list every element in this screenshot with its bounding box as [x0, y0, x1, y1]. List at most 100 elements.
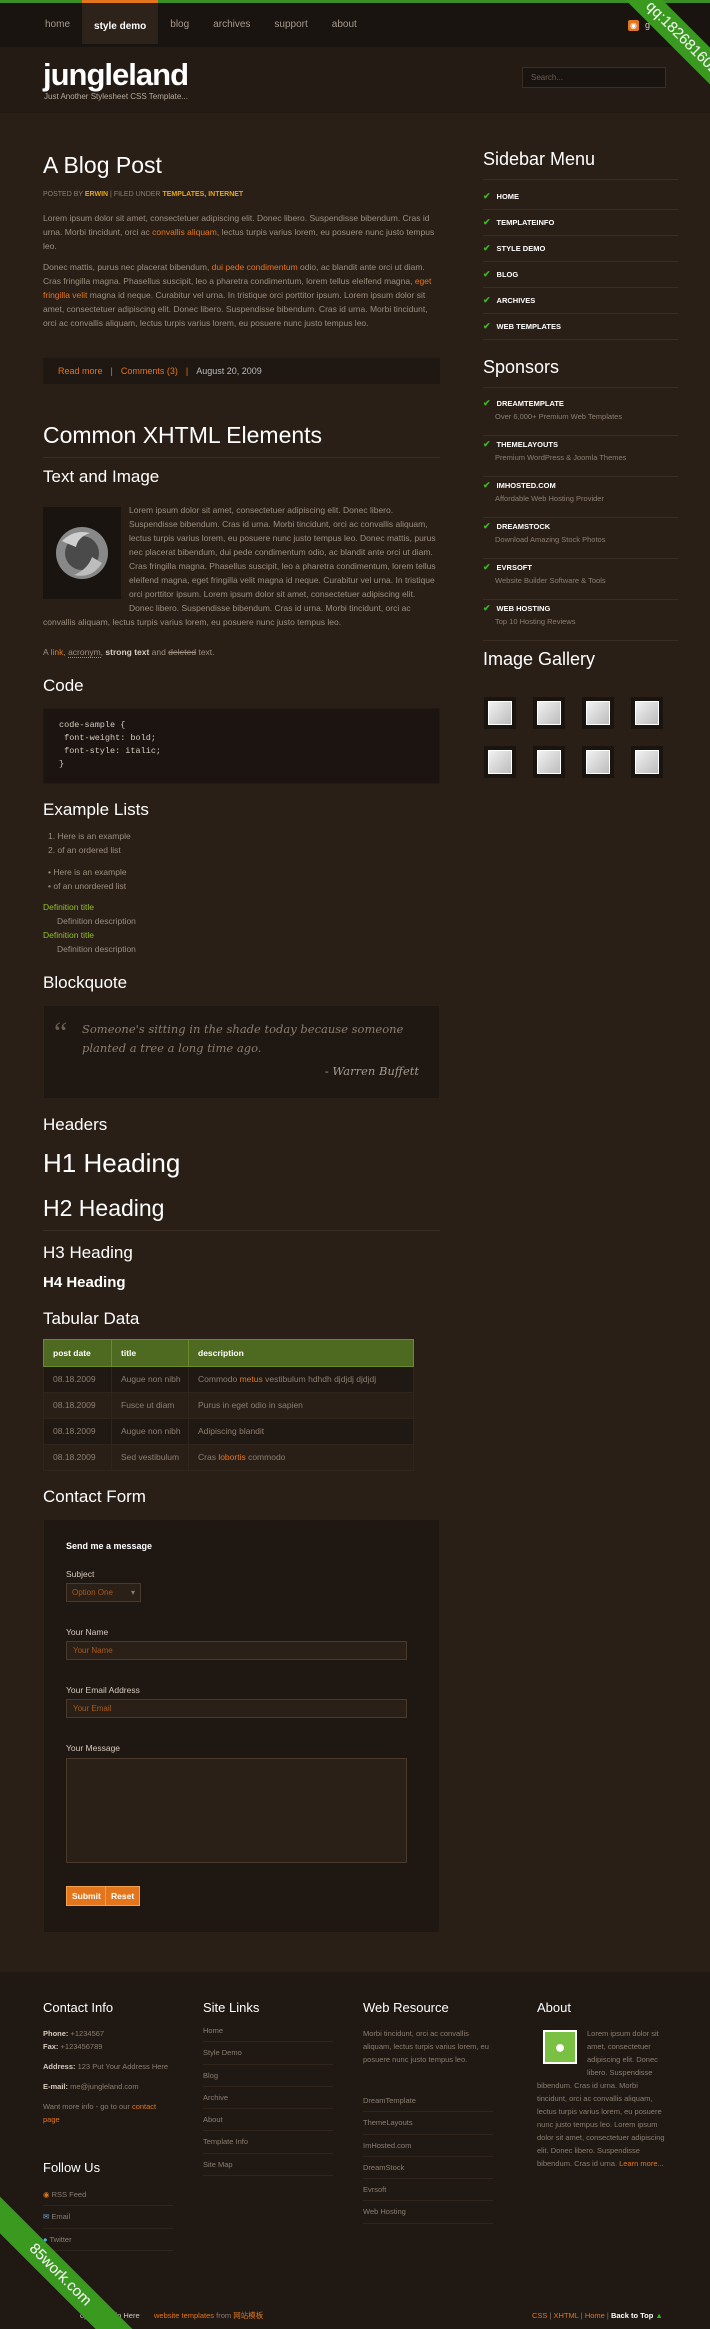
p2-link-1[interactable]: dui pede condimentum [212, 262, 298, 272]
web-link[interactable]: ImHosted.com [363, 2135, 493, 2157]
quote-text: Someone's sitting in the shade today bec… [82, 1022, 404, 1055]
css-link[interactable]: CSS [532, 2311, 547, 2320]
nav-item-blog[interactable]: blog [158, 3, 201, 47]
post-meta: POSTED BY ERWIN | FILED UNDER TEMPLATES,… [43, 190, 243, 201]
footer-link-home[interactable]: Home [203, 2020, 333, 2043]
read-more-link[interactable]: Read more [58, 366, 103, 376]
sidebar-item-web-templates[interactable]: ✔ WEB TEMPLATES [483, 314, 678, 340]
sponsor-item[interactable]: ✔ WEB HOSTING Top 10 Hosting Reviews [483, 600, 678, 641]
name-input[interactable]: Your Name [66, 1641, 407, 1660]
gallery-thumb[interactable] [533, 697, 565, 729]
home-link[interactable]: Home [585, 2311, 605, 2320]
footer-link-style-demo[interactable]: Style Demo [203, 2042, 333, 2065]
follow-twitter[interactable]: ● Twitter [43, 2229, 173, 2251]
sidebar-item-blog[interactable]: ✔ BLOG [483, 262, 678, 288]
web-link[interactable]: DreamTemplate [363, 2090, 493, 2113]
meta-author[interactable]: ERWIN [85, 191, 108, 198]
table-cell: Augue non nibh [111, 1366, 189, 1393]
footer-link-about[interactable]: About [203, 2109, 333, 2132]
sponsor-item[interactable]: ✔ IMHOSTED.COM Affordable Web Hosting Prov… [483, 477, 678, 518]
comments-link[interactable]: Comments (3) [121, 366, 178, 376]
search-input[interactable]: Search... [522, 67, 666, 88]
headers-heading: Headers [43, 1115, 108, 1134]
footer-link-site-map[interactable]: Site Map [203, 2154, 333, 2176]
email-input[interactable]: Your Email [66, 1699, 407, 1718]
web-link[interactable]: DreamStock [363, 2157, 493, 2179]
learn-more-link[interactable]: Learn more... [619, 2159, 664, 2168]
subject-value: Option One [72, 1588, 113, 1597]
definition-title: Definition title [43, 930, 95, 940]
gallery-thumb[interactable] [533, 746, 565, 778]
footer-link-archive[interactable]: Archive [203, 2087, 333, 2109]
lists-heading: Example Lists [43, 800, 149, 819]
sidebar-item-home[interactable]: ✔ HOME [483, 184, 678, 210]
inline-strong: strong text [105, 647, 150, 657]
definition-description: Definition description [57, 916, 136, 926]
sponsor-desc: Website Builder Software & Tools [495, 575, 606, 585]
gallery-thumb[interactable] [631, 697, 663, 729]
unordered-list: • Here is an example • of an unordered l… [48, 865, 127, 893]
sidebar-item-style-demo[interactable]: ✔ STYLE DEMO [483, 236, 678, 262]
table-cell: Fusce ut diam [111, 1392, 189, 1419]
name-label: Your Name [66, 1627, 109, 1637]
follow-email[interactable]: ✉ Email [43, 2206, 173, 2229]
h4-heading: H4 Heading [43, 1274, 126, 1291]
sponsor-item[interactable]: ✔ EVRSOFT Website Builder Software & Tools [483, 559, 678, 600]
site-footer: Contact Info Phone: +1234567 Fax: +12345… [0, 1972, 710, 2329]
post-title[interactable]: A Blog Post [43, 148, 162, 183]
p1-link[interactable]: convallis aliquam [152, 227, 217, 237]
credit-link[interactable]: website templates [154, 2311, 214, 2320]
follow-rss[interactable]: ◉ RSS Feed [43, 2184, 173, 2207]
sidebar-item-archives[interactable]: ✔ ARCHIVES [483, 288, 678, 314]
subject-select[interactable]: Option One ▾ [66, 1583, 141, 1602]
gallery-thumb[interactable] [582, 697, 614, 729]
separator: | [185, 366, 189, 376]
message-label: Your Message [66, 1743, 121, 1753]
post-date: August 20, 2009 [196, 366, 262, 376]
footer-link-blog[interactable]: Blog [203, 2065, 333, 2087]
check-icon: ✔ [483, 398, 491, 408]
sponsor-item[interactable]: ✔ DREAMTEMPLATE Over 6,000+ Premium Web Te… [483, 395, 678, 436]
credit-link-cn[interactable]: 网站模板 [233, 2311, 263, 2320]
sponsors-heading: Sponsors [483, 354, 678, 388]
web-link[interactable]: Evrsoft [363, 2179, 493, 2202]
elements-title: Common XHTML Elements [43, 418, 440, 458]
submit-button[interactable]: Submit [66, 1886, 107, 1906]
nav-item-about[interactable]: about [320, 3, 369, 47]
follow-heading: Follow Us [43, 2160, 101, 2175]
sponsor-item[interactable]: ✔ THEMELAYOUTS Premium WordPress & Joomla … [483, 436, 678, 477]
check-icon: ✔ [483, 603, 491, 613]
blockquote: “ Someone's sitting in the shade today b… [43, 1005, 440, 1099]
sidebar-menu-heading: Sidebar Menu [483, 146, 678, 180]
table-link[interactable]: metus [240, 1374, 263, 1384]
form-heading: Send me a message [66, 1541, 153, 1551]
nav-item-home[interactable]: home [33, 3, 82, 47]
footer-right-links: CSS | XHTML | Home | Back to Top ▲ [532, 2311, 663, 2320]
gallery-thumb[interactable] [484, 746, 516, 778]
reset-button[interactable]: Reset [105, 1886, 141, 1906]
table-cell: Cras lobortis commodo [188, 1444, 414, 1471]
nav-item-archives[interactable]: archives [201, 3, 262, 47]
nav-item-support[interactable]: support [262, 3, 319, 47]
back-to-top-link[interactable]: Back to Top [611, 2311, 653, 2320]
web-link[interactable]: ThemeLayouts [363, 2112, 493, 2135]
sidebar-item-templateinfo[interactable]: ✔ TEMPLATEINFO [483, 210, 678, 236]
gallery-thumb[interactable] [484, 697, 516, 729]
web-link[interactable]: Web Hosting [363, 2201, 493, 2224]
footer-link-template-info[interactable]: Template Info [203, 2131, 333, 2154]
message-textarea[interactable] [66, 1758, 407, 1863]
contact-form: Send me a message Subject Option One ▾ Yo… [43, 1519, 440, 1933]
nav-item-style-demo[interactable]: style demo [82, 0, 159, 44]
meta-categories[interactable]: TEMPLATES, INTERNET [162, 191, 243, 198]
user-icon: ● [545, 2032, 575, 2062]
gallery-thumb[interactable] [631, 746, 663, 778]
sponsor-desc: Over 6,000+ Premium Web Templates [495, 411, 623, 421]
data-table: post date title description 08.18.2009 A… [43, 1339, 414, 1471]
table-link[interactable]: lobortis [218, 1452, 245, 1462]
sponsor-item[interactable]: ✔ DREAMSTOCK Download Amazing Stock Photos [483, 518, 678, 559]
xhtml-link[interactable]: XHTML [554, 2311, 579, 2320]
gallery-thumb[interactable] [582, 746, 614, 778]
inline-deleted: deleted [168, 647, 197, 657]
inline-link[interactable]: link [51, 647, 64, 657]
table-cell: 08.18.2009 [43, 1366, 112, 1393]
